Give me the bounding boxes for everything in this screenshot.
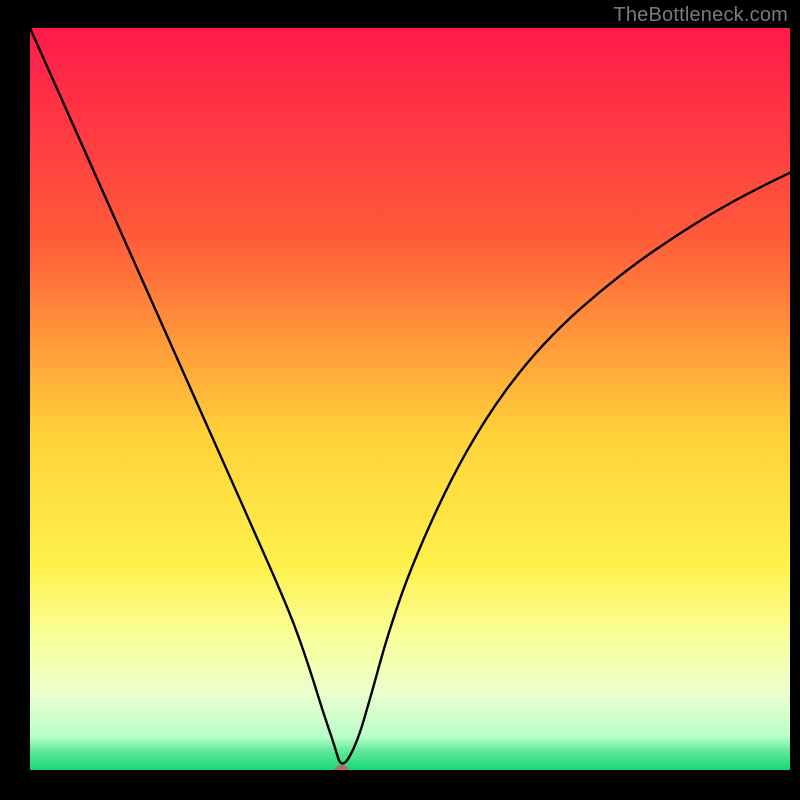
watermark-text: TheBottleneck.com: [613, 4, 788, 27]
optimum-marker: [335, 765, 349, 775]
bottleneck-chart: [0, 0, 800, 800]
plot-background: [30, 28, 790, 770]
chart-stage: TheBottleneck.com: [0, 0, 800, 800]
